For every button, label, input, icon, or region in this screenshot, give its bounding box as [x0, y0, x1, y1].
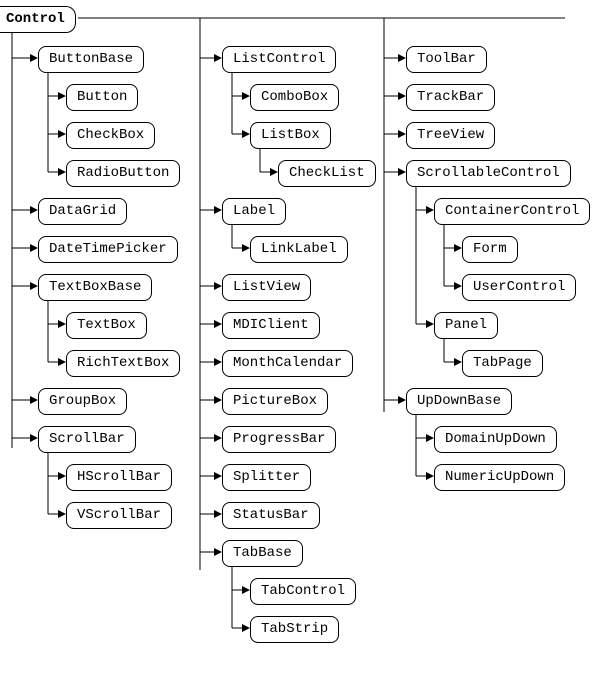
node-textbox: TextBox [66, 312, 147, 339]
node-label: PictureBox [233, 393, 317, 409]
node-groupbox: GroupBox [38, 388, 127, 415]
node-label: ProgressBar [233, 431, 325, 447]
node-tabbase: TabBase [222, 540, 303, 567]
node-statusbar: StatusBar [222, 502, 320, 529]
node-label: ButtonBase [49, 51, 133, 67]
node-label: TextBox [77, 317, 136, 333]
node-label: TreeView [417, 127, 484, 143]
node-label: GroupBox [49, 393, 116, 409]
node-checklist: CheckList [278, 160, 376, 187]
node-label: HScrollBar [77, 469, 161, 485]
node-label: TabStrip [261, 621, 328, 637]
node-label: Label [233, 203, 275, 219]
node-trackbar: TrackBar [406, 84, 495, 111]
node-scrollablecontrol: ScrollableControl [406, 160, 571, 187]
node-label: Form [473, 241, 507, 257]
node-monthcalendar: MonthCalendar [222, 350, 353, 377]
node-listcontrol: ListControl [222, 46, 336, 73]
node-tabpage: TabPage [462, 350, 543, 377]
node-label: TrackBar [417, 89, 484, 105]
node-label: ScrollBar [49, 431, 125, 447]
node-buttonbase: ButtonBase [38, 46, 144, 73]
node-panel: Panel [434, 312, 498, 339]
node-label: RichTextBox [77, 355, 169, 371]
node-label: CheckBox [77, 127, 144, 143]
node-label: TabPage [473, 355, 532, 371]
node-listview: ListView [222, 274, 311, 301]
node-button: Button [66, 84, 138, 111]
node-picturebox: PictureBox [222, 388, 328, 415]
node-label: Control [6, 11, 65, 27]
node-usercontrol: UserControl [462, 274, 576, 301]
node-textboxbase: TextBoxBase [38, 274, 152, 301]
node-linklabel: LinkLabel [250, 236, 348, 263]
node-form: Form [462, 236, 518, 263]
node-label: DataGrid [49, 203, 116, 219]
node-label: TabBase [233, 545, 292, 561]
node-listbox: ListBox [250, 122, 331, 149]
node-toolbar: ToolBar [406, 46, 487, 73]
node-label: Panel [445, 317, 487, 333]
node-label: TabControl [261, 583, 345, 599]
node-label: VScrollBar [77, 507, 161, 523]
node-label: RadioButton [77, 165, 169, 181]
node-checkbox: CheckBox [66, 122, 155, 149]
node-label: MonthCalendar [233, 355, 342, 371]
node-label: DateTimePicker [49, 241, 167, 257]
node-containercontrol: ContainerControl [434, 198, 590, 225]
node-radiobutton: RadioButton [66, 160, 180, 187]
node-splitter: Splitter [222, 464, 311, 491]
node-label: DomainUpDown [445, 431, 546, 447]
node-label: ComboBox [261, 89, 328, 105]
node-label: ListView [233, 279, 300, 295]
node-treeview: TreeView [406, 122, 495, 149]
node-label: NumericUpDown [445, 469, 554, 485]
node-label: Button [77, 89, 127, 105]
node-label: ListBox [261, 127, 320, 143]
node-combobox: ComboBox [250, 84, 339, 111]
node-tabstrip: TabStrip [250, 616, 339, 643]
node-label: StatusBar [233, 507, 309, 523]
node-richtextbox: RichTextBox [66, 350, 180, 377]
node-label: CheckList [289, 165, 365, 181]
node-mdiclient: MDIClient [222, 312, 320, 339]
node-tabcontrol: TabControl [250, 578, 356, 605]
node-label: ToolBar [417, 51, 476, 67]
node-label: Label [222, 198, 286, 225]
node-label: ListControl [233, 51, 325, 67]
node-label: ContainerControl [445, 203, 579, 219]
node-scrollbar: ScrollBar [38, 426, 136, 453]
node-label: UpDownBase [417, 393, 501, 409]
node-updownbase: UpDownBase [406, 388, 512, 415]
node-label: Splitter [233, 469, 300, 485]
node-label: ScrollableControl [417, 165, 560, 181]
node-label: UserControl [473, 279, 565, 295]
node-datagrid: DataGrid [38, 198, 127, 225]
node-vscrollbar: VScrollBar [66, 502, 172, 529]
node-domainupdown: DomainUpDown [434, 426, 557, 453]
node-datetimepicker: DateTimePicker [38, 236, 178, 263]
node-progressbar: ProgressBar [222, 426, 336, 453]
node-numericupdown: NumericUpDown [434, 464, 565, 491]
node-label: MDIClient [233, 317, 309, 333]
node-control: Control [0, 6, 76, 33]
node-hscrollbar: HScrollBar [66, 464, 172, 491]
node-label: TextBoxBase [49, 279, 141, 295]
node-label: LinkLabel [261, 241, 337, 257]
